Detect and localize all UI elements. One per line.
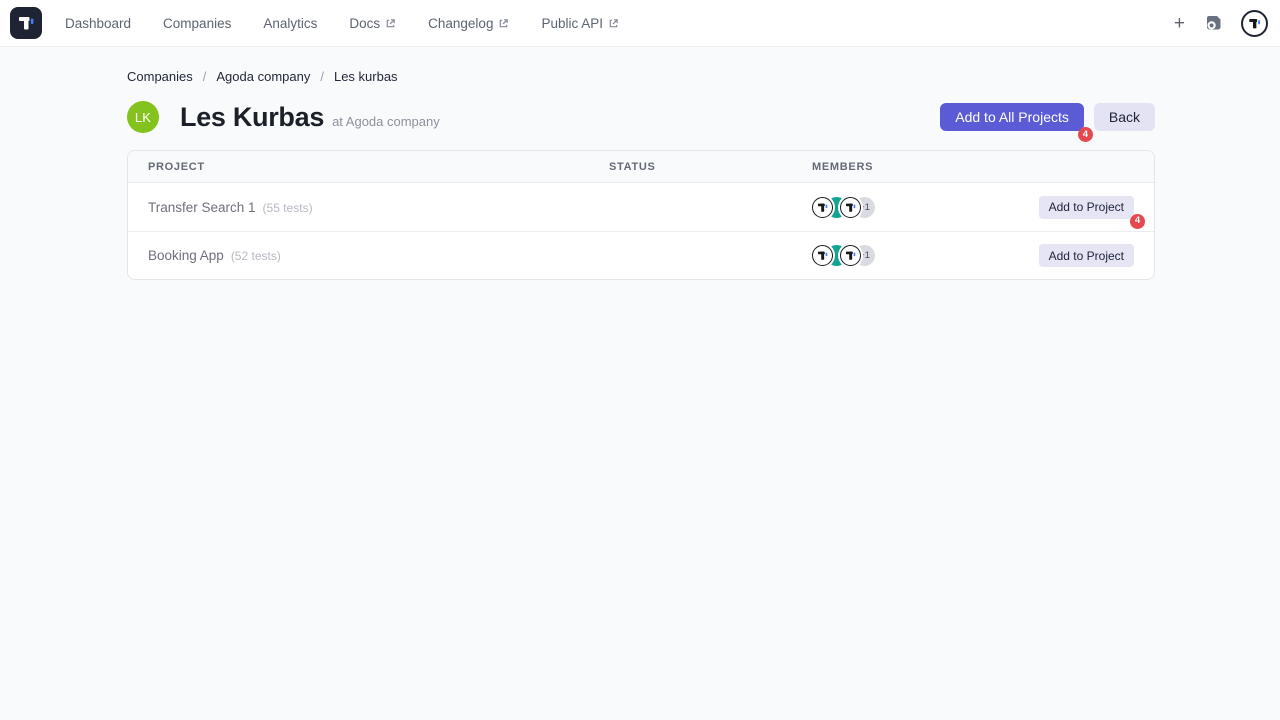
column-header-members: Members <box>812 161 1024 173</box>
table-header-row: Project Status Members <box>128 151 1154 183</box>
add-to-project-button[interactable]: Add to Project <box>1039 244 1134 267</box>
person-avatar: LK <box>127 101 159 133</box>
add-to-project-button[interactable]: Add to Project 4 <box>1039 196 1134 219</box>
back-button[interactable]: Back <box>1094 103 1155 131</box>
members-cell: +1 <box>812 197 1024 218</box>
project-name-link[interactable]: Booking App <box>148 248 224 263</box>
page-subtitle: at Agoda company <box>332 114 440 129</box>
account-avatar[interactable] <box>1241 10 1268 37</box>
external-link-icon <box>385 18 396 29</box>
column-header-status: Status <box>609 161 812 173</box>
brand-t-icon <box>16 13 36 33</box>
breadcrumb-companies[interactable]: Companies <box>127 69 193 84</box>
member-avatar-brand-icon <box>812 245 833 266</box>
notification-badge: 4 <box>1078 127 1093 142</box>
member-avatar-brand-icon <box>840 245 861 266</box>
brand-t-icon <box>1247 16 1262 31</box>
add-to-project-label: Add to Project <box>1049 200 1124 214</box>
nav-item-dashboard[interactable]: Dashboard <box>65 16 131 31</box>
nav-item-label: Analytics <box>263 16 317 31</box>
breadcrumb: Companies / Agoda company / Les kurbas <box>127 47 1155 84</box>
action-cell: Add to Project 4 <box>1024 196 1134 219</box>
add-button[interactable]: + <box>1172 14 1187 33</box>
nav-item-companies[interactable]: Companies <box>163 16 231 31</box>
nav-item-changelog[interactable]: Changelog <box>428 16 509 31</box>
top-navbar: Dashboard Companies Analytics Docs Chang… <box>0 0 1280 47</box>
page-title: Les Kurbas <box>180 102 324 133</box>
table-row: Transfer Search 1 (55 tests) <box>128 183 1154 231</box>
nav-item-public-api[interactable]: Public API <box>541 16 619 31</box>
table-row: Booking App (52 tests) <box>128 231 1154 279</box>
notification-badge: 4 <box>1130 214 1145 229</box>
brand-logo[interactable] <box>10 7 42 39</box>
action-cell: Add to Project <box>1024 244 1134 267</box>
project-name-link[interactable]: Transfer Search 1 <box>148 200 256 215</box>
header-actions: Add to All Projects 4 Back <box>940 103 1155 131</box>
main-content: Companies / Agoda company / Les kurbas L… <box>127 47 1155 280</box>
nav-item-docs[interactable]: Docs <box>349 16 396 31</box>
project-test-count: (55 tests) <box>263 201 313 215</box>
nav-item-label: Dashboard <box>65 16 131 31</box>
members-cell: +1 <box>812 245 1024 266</box>
nav-item-label: Changelog <box>428 16 493 31</box>
column-header-project: Project <box>148 161 609 173</box>
external-link-icon <box>608 18 619 29</box>
breadcrumb-les-kurbas[interactable]: Les kurbas <box>334 69 398 84</box>
project-test-count: (52 tests) <box>231 249 281 263</box>
member-avatar-brand-icon <box>840 197 861 218</box>
navbar-actions: + <box>1172 10 1268 37</box>
breadcrumb-separator: / <box>203 69 207 84</box>
nav-item-analytics[interactable]: Analytics <box>263 16 317 31</box>
breadcrumb-agoda-company[interactable]: Agoda company <box>216 69 310 84</box>
project-cell: Transfer Search 1 (55 tests) <box>148 200 609 215</box>
external-link-icon <box>498 18 509 29</box>
session-replay-icon[interactable] <box>1205 14 1223 32</box>
page-header: LK Les Kurbas at Agoda company Add to Al… <box>127 101 1155 133</box>
nav-item-label: Companies <box>163 16 231 31</box>
primary-nav: Dashboard Companies Analytics Docs Chang… <box>65 16 619 31</box>
nav-item-label: Public API <box>541 16 603 31</box>
add-to-all-projects-button[interactable]: Add to All Projects 4 <box>940 103 1084 131</box>
member-avatar-brand-icon <box>812 197 833 218</box>
nav-item-label: Docs <box>349 16 380 31</box>
title-wrap: Les Kurbas at Agoda company <box>180 102 440 133</box>
add-to-all-projects-label: Add to All Projects <box>955 109 1069 125</box>
project-cell: Booking App (52 tests) <box>148 248 609 263</box>
add-to-project-label: Add to Project <box>1049 249 1124 263</box>
breadcrumb-separator: / <box>320 69 324 84</box>
projects-table: Project Status Members Transfer Search 1… <box>127 150 1155 280</box>
